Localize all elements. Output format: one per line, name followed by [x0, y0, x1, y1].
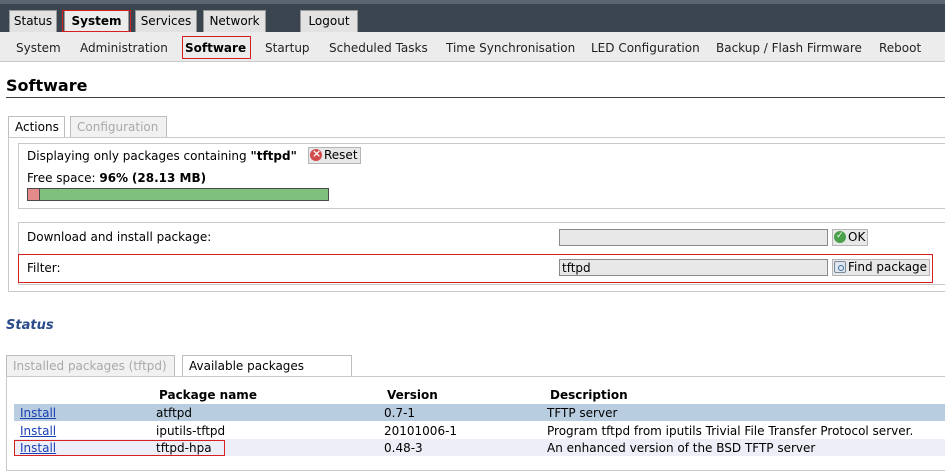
package-version: 0.48-3: [384, 441, 423, 455]
table-row: Install iputils-tftpd 20101006-1 Program…: [14, 422, 945, 439]
free-space-percent: 96%: [99, 171, 129, 185]
tab-available-packages[interactable]: Available packages (tftpd): [182, 355, 352, 394]
filter-label: Filter:: [27, 261, 61, 275]
tab-services[interactable]: Services: [135, 10, 197, 32]
subnav-startup[interactable]: Startup: [265, 41, 310, 55]
free-space-bar: [27, 188, 329, 201]
tab-actions[interactable]: Actions: [8, 116, 65, 138]
tab-logout[interactable]: Logout: [300, 10, 358, 32]
find-package-label: Find package: [848, 260, 928, 274]
table-row: Install tftpd-hpa 0.48-3 An enhanced ver…: [14, 439, 945, 456]
status-heading: Status: [6, 318, 54, 333]
ok-label: OK: [848, 230, 866, 244]
package-name: tftpd-hpa: [156, 441, 212, 455]
subnav-software[interactable]: Software: [185, 41, 246, 55]
ok-icon: [834, 229, 846, 244]
subnav-time-sync[interactable]: Time Synchronisation: [446, 41, 575, 55]
magnifier-icon: [834, 261, 846, 273]
filter-input[interactable]: [559, 259, 828, 276]
install-link[interactable]: Install: [20, 424, 56, 438]
subnav-backup-flash[interactable]: Backup / Flash Firmware: [716, 41, 862, 55]
col-header-description: Description: [550, 388, 628, 402]
free-space-text: Free space: 96% (28.13 MB): [27, 171, 206, 185]
find-package-button[interactable]: Find package: [832, 259, 931, 276]
page-title: Software: [6, 76, 88, 95]
package-description: TFTP server: [547, 406, 618, 420]
ok-button[interactable]: OK: [832, 229, 869, 246]
filter-info-text: Displaying only packages containing "tft…: [27, 149, 297, 163]
download-url-input[interactable]: [559, 229, 828, 246]
filter-info-prefix: Displaying only packages containing: [27, 149, 247, 163]
col-header-version: Version: [387, 388, 438, 402]
package-name: iputils-tftpd: [156, 424, 226, 438]
subnav-led-config[interactable]: LED Configuration: [591, 41, 700, 55]
free-space-label: Free space:: [27, 171, 96, 185]
free-space-size: (28.13 MB): [131, 171, 207, 185]
subnav-scheduled-tasks[interactable]: Scheduled Tasks: [329, 41, 428, 55]
reset-icon: [310, 146, 322, 161]
tab-network[interactable]: Network: [203, 10, 266, 32]
package-version: 0.7-1: [384, 406, 416, 420]
package-name: atftpd: [156, 406, 193, 420]
top-strip: [0, 0, 945, 4]
col-header-package-name: Package name: [159, 388, 257, 402]
subnav-administration[interactable]: Administration: [80, 41, 168, 55]
tab-system[interactable]: System: [64, 10, 129, 32]
used-space-fill: [28, 189, 40, 200]
package-version: 20101006-1: [384, 424, 458, 438]
filter-term: "tftpd": [250, 149, 297, 163]
tab-configuration[interactable]: Configuration: [70, 116, 167, 138]
package-description: Program tftpd from iputils Trivial File …: [547, 424, 914, 438]
download-label: Download and install package:: [27, 230, 212, 244]
tab-status[interactable]: Status: [9, 10, 57, 32]
reset-label: Reset: [324, 148, 358, 162]
table-row: Install atftpd 0.7-1 TFTP server: [14, 404, 945, 421]
tab-installed-packages[interactable]: Installed packages (tftpd): [6, 355, 175, 377]
package-description: An enhanced version of the BSD TFTP serv…: [547, 441, 816, 455]
title-divider: [6, 97, 945, 98]
install-link[interactable]: Install: [20, 441, 56, 455]
subnav-system[interactable]: System: [16, 41, 61, 55]
install-link[interactable]: Install: [20, 406, 56, 420]
subnav-reboot[interactable]: Reboot: [879, 41, 921, 55]
reset-button[interactable]: Reset: [308, 146, 361, 164]
